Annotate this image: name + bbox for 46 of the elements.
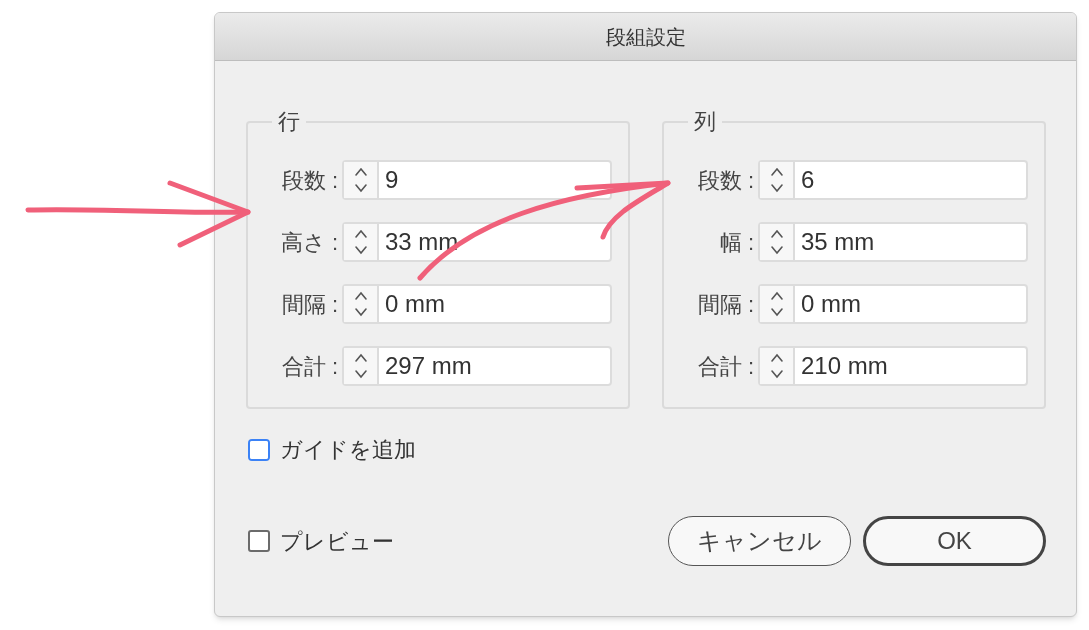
field-label: 高さ : <box>279 228 339 257</box>
number-input[interactable]: 9 <box>379 162 610 198</box>
stepper[interactable] <box>760 162 795 198</box>
cancel-button[interactable]: キャンセル <box>668 516 851 566</box>
number-input[interactable]: 297 mm <box>379 348 610 384</box>
field-label: 幅 : <box>718 228 755 257</box>
field-label: 間隔 : <box>696 290 755 319</box>
stepper[interactable] <box>344 348 379 384</box>
field-label: 合計 : <box>696 352 755 381</box>
stepper[interactable] <box>760 348 795 384</box>
number-input[interactable]: 0 mm <box>379 286 610 322</box>
stepper-icon <box>769 165 784 195</box>
number-field[interactable]: 0 mm <box>342 284 612 324</box>
stepper[interactable] <box>760 286 795 322</box>
number-field[interactable]: 0 mm <box>758 284 1028 324</box>
ok-button[interactable]: OK <box>863 516 1046 566</box>
field-label: 間隔 : <box>280 290 339 319</box>
number-input[interactable]: 35 mm <box>795 224 1026 260</box>
group-title: 行 <box>277 108 301 136</box>
number-input[interactable]: 0 mm <box>795 286 1026 322</box>
stepper-icon <box>353 351 368 381</box>
number-field[interactable]: 210 mm <box>758 346 1028 386</box>
number-field[interactable]: 9 <box>342 160 612 200</box>
number-field[interactable]: 6 <box>758 160 1028 200</box>
stepper[interactable] <box>344 224 379 260</box>
stepper-icon <box>353 289 368 319</box>
stepper-icon <box>769 227 784 257</box>
stepper-icon <box>769 289 784 319</box>
number-input[interactable]: 6 <box>795 162 1026 198</box>
group-title: 列 <box>693 108 717 136</box>
number-field[interactable]: 297 mm <box>342 346 612 386</box>
field-label: 段数 : <box>696 166 755 195</box>
field-label: 合計 : <box>280 352 339 381</box>
stepper-icon <box>353 227 368 257</box>
stepper[interactable] <box>344 286 379 322</box>
checkbox-label: プレビュー <box>280 527 394 556</box>
checkbox-label: ガイドを追加 <box>280 436 416 464</box>
stepper[interactable] <box>344 162 379 198</box>
number-field[interactable]: 35 mm <box>758 222 1028 262</box>
number-input[interactable]: 210 mm <box>795 348 1026 384</box>
checkbox[interactable] <box>248 530 270 552</box>
field-label: 段数 : <box>280 166 339 195</box>
stepper-icon <box>353 165 368 195</box>
stepper[interactable] <box>760 224 795 260</box>
stepper-icon <box>769 351 784 381</box>
window-title: 段組設定 <box>605 24 686 50</box>
